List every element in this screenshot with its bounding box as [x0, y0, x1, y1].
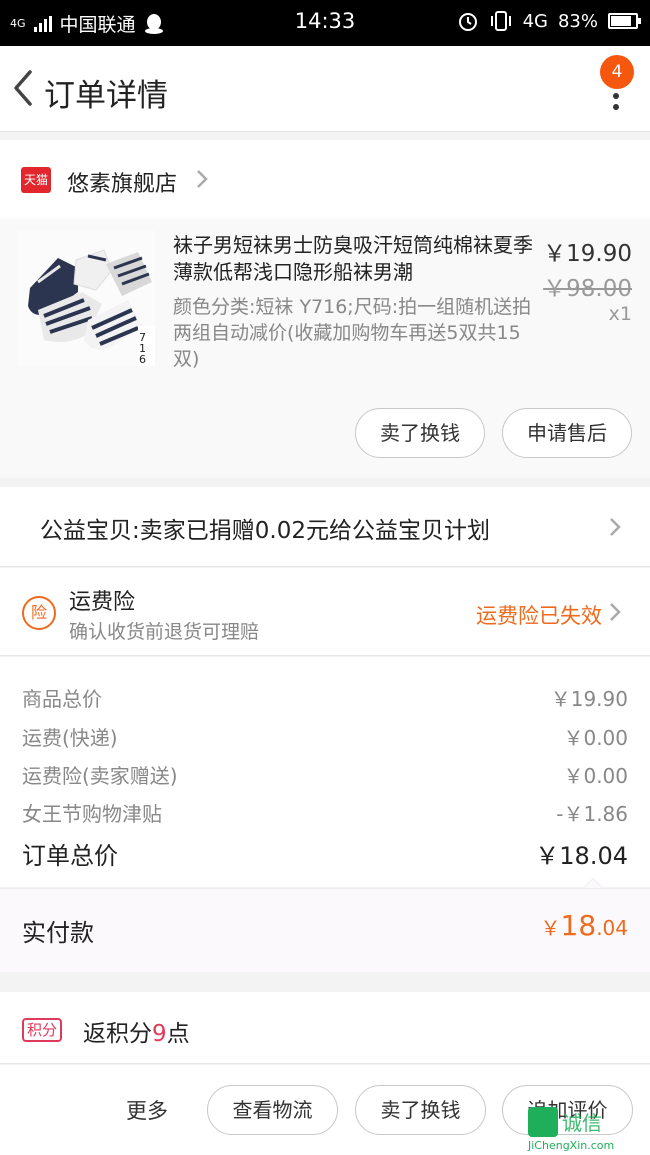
price-line-value: ￥0.00: [563, 726, 628, 750]
price-line-label: 运费险(卖家赠送): [22, 764, 178, 788]
paid-value: ￥18.04: [541, 909, 628, 942]
charity-row[interactable]: 公益宝贝:卖家已捐赠0.02元给公益宝贝计划: [0, 487, 650, 567]
status-right: 4G 83%: [457, 10, 641, 32]
price-line-label: 运费(快递): [22, 726, 118, 750]
price-line-label: 女王节购物津贴: [22, 802, 162, 826]
insurance-subtitle: 确认收货前退货可理赔: [69, 621, 260, 643]
watermark-text: 诚信: [562, 1111, 602, 1135]
paid-label: 实付款: [22, 919, 94, 947]
sell-button[interactable]: 卖了换钱: [355, 1085, 486, 1135]
watermark: 诚信 JiChengXin.com: [522, 1103, 650, 1155]
insurance-title: 运费险: [69, 590, 136, 615]
alarm-icon: [458, 13, 477, 31]
notification-badge: 4: [600, 55, 634, 89]
points-icon: 积分: [22, 1018, 63, 1042]
page-title: 订单详情: [44, 78, 168, 114]
battery-percent: 83%: [557, 10, 598, 32]
order-total-line: 订单总价 ￥18.04: [22, 836, 628, 871]
paid-amount-row: 实付款 ￥18.04: [0, 888, 650, 972]
points-count: 9: [152, 1021, 167, 1047]
order-total-value: ￥18.04: [535, 842, 628, 870]
sell-button[interactable]: 卖了换钱: [355, 408, 485, 458]
price-line-subtotal: 商品总价 ￥19.90: [22, 683, 628, 712]
price-line-shipping: 运费(快递) ￥0.00: [22, 722, 628, 751]
product-item[interactable]: 716 袜子男短袜男士防臭吸汗短筒纯棉袜夏季薄款低帮浅口隐形船袜男潮 颜色分类:…: [0, 218, 650, 478]
vibrate-icon: [490, 11, 511, 31]
after-sale-button[interactable]: 申请售后: [502, 408, 632, 458]
network-type: 4G: [522, 10, 548, 32]
watermark-logo-icon: [528, 1107, 558, 1137]
product-thumbnail[interactable]: 716: [18, 230, 155, 366]
shop-name: 悠素旗舰店: [67, 172, 178, 197]
watermark-url: JiChengXin.com: [528, 1139, 615, 1152]
view-logistics-button[interactable]: 查看物流: [207, 1085, 338, 1135]
points-suffix: 点: [166, 1021, 190, 1047]
battery-icon: [608, 13, 641, 29]
chevron-right-icon: [610, 518, 621, 536]
points-prefix: 返积分: [83, 1021, 152, 1047]
back-arrow-icon[interactable]: [8, 68, 38, 108]
tmall-logo-icon: 天猫: [21, 167, 51, 193]
socks-image: [18, 230, 155, 366]
order-total-label: 订单总价: [22, 842, 118, 870]
more-button[interactable]: 更多: [126, 1095, 168, 1125]
product-thumb-label: 716: [139, 331, 146, 366]
paid-currency: ￥: [540, 916, 561, 940]
price-line-value: ￥19.90: [550, 687, 628, 711]
price-breakdown: 商品总价 ￥19.90 运费(快递) ￥0.00 运费险(卖家赠送) ￥0.00…: [0, 657, 650, 887]
status-bar: 4G 中国联通 14:33 4G 83%: [0, 0, 650, 46]
points-text: 返积分9点: [83, 1014, 190, 1048]
charity-text: 公益宝贝:卖家已捐赠0.02元给公益宝贝计划: [40, 518, 490, 544]
points-row: 积分 返积分9点: [0, 992, 650, 1064]
chevron-right-icon: [197, 170, 208, 188]
price-line-value: -￥1.86: [556, 802, 628, 826]
bottom-action-bar: 更多 查看物流 卖了换钱 追加评价 诚信 JiChengXin.com: [0, 1065, 650, 1155]
product-quantity: x1: [608, 303, 632, 325]
insurance-status: 运费险已失效: [476, 604, 602, 628]
price-line-value: ￥0.00: [563, 764, 628, 788]
product-spec: 颜色分类:短袜 Y716;尺码:拍一组随机送拍两组自动减价(收藏加购物车再送5双…: [173, 296, 532, 370]
shipping-insurance-row[interactable]: 险 运费险 确认收货前退货可理赔 运费险已失效: [0, 568, 650, 656]
paid-decimal: .04: [596, 916, 628, 940]
chevron-right-icon: [610, 603, 621, 621]
page-header: 订单详情 4: [0, 46, 650, 132]
shop-row[interactable]: 天猫 悠素旗舰店: [0, 140, 650, 218]
price-line-allowance: 女王节购物津贴 -￥1.86: [22, 798, 628, 827]
price-line-label: 商品总价: [22, 687, 102, 711]
product-original-price: ￥98.00: [543, 276, 632, 302]
insurance-icon: 险: [22, 596, 56, 630]
product-title[interactable]: 袜子男短袜男士防臭吸汗短筒纯棉袜夏季薄款低帮浅口隐形船袜男潮: [173, 232, 533, 286]
paid-integer: 18: [560, 909, 597, 942]
product-price: ￥19.90: [543, 241, 632, 267]
price-line-insurance: 运费险(卖家赠送) ￥0.00: [22, 760, 628, 789]
battery-fill: [611, 16, 631, 26]
